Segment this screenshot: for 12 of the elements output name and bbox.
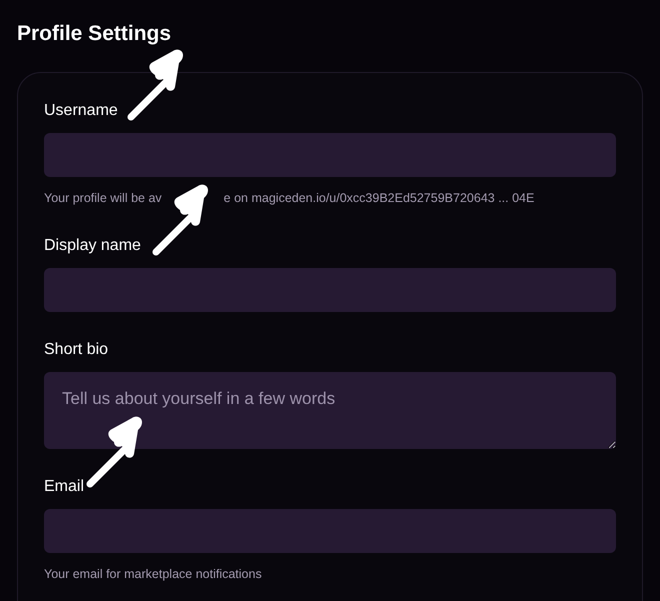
input-field[interactable] xyxy=(44,133,616,178)
input-field[interactable] xyxy=(44,268,616,312)
bio-field[interactable]: Tell us about yourself in a few words xyxy=(44,372,616,450)
page-title: Profile Settings xyxy=(17,21,172,47)
input-field[interactable] xyxy=(44,509,616,554)
field-label: Display name xyxy=(44,236,141,256)
help-text: e on magiceden.io/u/0xcc39B2Ed52759B720643 ... 04E xyxy=(224,190,534,208)
field-label: Short bio xyxy=(44,340,108,360)
field-label: Username xyxy=(44,101,118,122)
help-text: Your profile will be av xyxy=(44,190,162,208)
field-label: Email xyxy=(44,477,84,498)
help-text: Your email for marketplace notifications xyxy=(44,566,262,584)
